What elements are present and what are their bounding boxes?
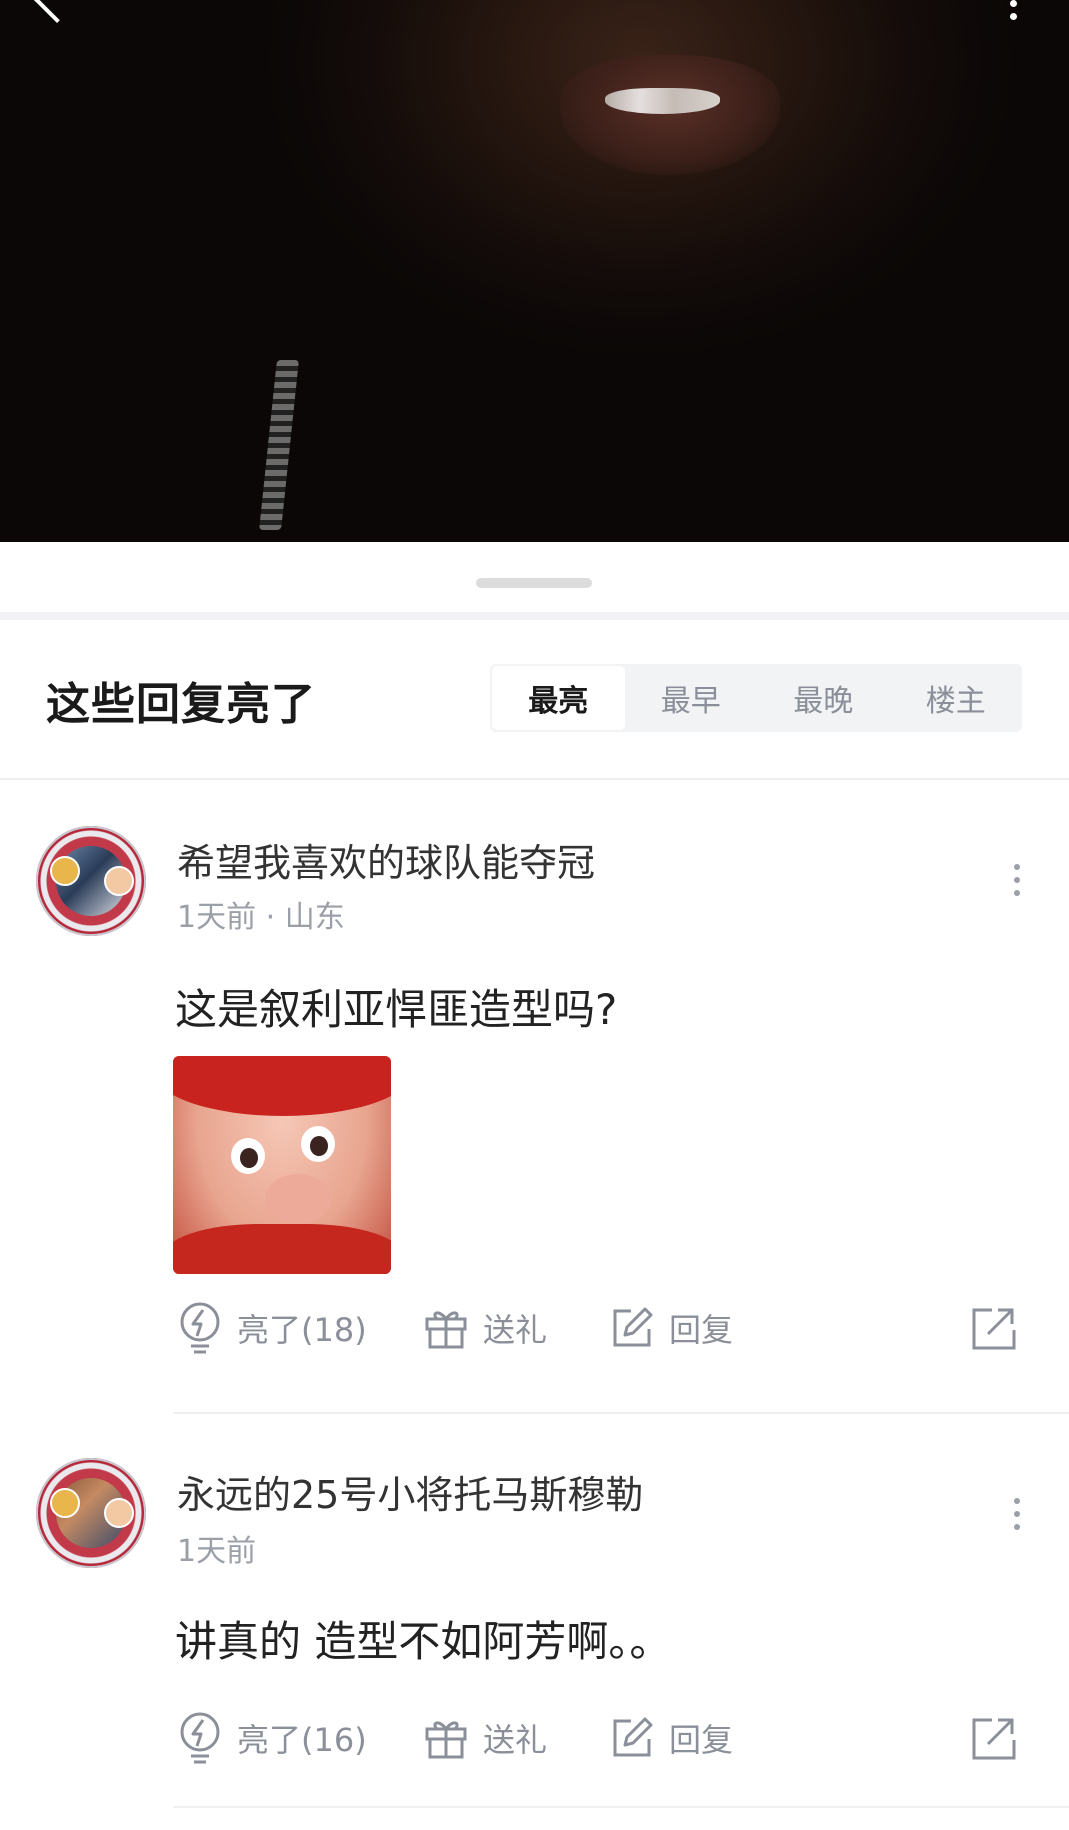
- video-frame-teeth: [605, 88, 720, 114]
- more-icon[interactable]: [1006, 0, 1020, 30]
- sort-tabs: 最亮 最早 最晚 楼主: [490, 664, 1022, 732]
- share-icon[interactable]: [970, 1714, 1018, 1762]
- tab-op[interactable]: 楼主: [890, 666, 1023, 730]
- like-label: 亮了(18): [237, 1311, 367, 1349]
- username[interactable]: 希望我喜欢的球队能夺冠: [177, 832, 595, 887]
- gift-icon: [425, 1311, 467, 1349]
- more-icon[interactable]: [1010, 1498, 1024, 1538]
- comment-actions: 亮了(16) 送礼 回复: [175, 1708, 1035, 1768]
- section-divider: [0, 612, 1069, 620]
- reply-label: 回复: [669, 1311, 734, 1349]
- comment-meta: 1天前: [177, 1534, 257, 1569]
- sticker-eye-left: [231, 1138, 265, 1174]
- avatar-badge: [50, 1488, 80, 1518]
- tab-brightest[interactable]: 最亮: [492, 666, 625, 730]
- gift-button[interactable]: 送礼: [423, 1708, 547, 1768]
- sticker-eye-right: [301, 1126, 335, 1162]
- sticker-image[interactable]: [173, 1056, 391, 1274]
- avatar[interactable]: [36, 1458, 146, 1568]
- comment-actions: 亮了(18) 送礼 回复: [175, 1298, 1035, 1358]
- reply-edit-icon: [613, 1717, 653, 1757]
- light-bulb-icon: [180, 1302, 220, 1354]
- sheet-handle-area[interactable]: [0, 542, 1069, 614]
- avatar-badge: [50, 856, 80, 886]
- gift-button[interactable]: 送礼: [423, 1298, 547, 1358]
- drag-handle[interactable]: [476, 578, 592, 588]
- share-icon[interactable]: [970, 1304, 1018, 1352]
- reply-button[interactable]: 回复: [609, 1298, 733, 1358]
- video-frame-lips: [560, 55, 780, 175]
- light-bulb-icon: [180, 1712, 220, 1764]
- like-button[interactable]: 亮了(16): [177, 1708, 367, 1768]
- like-button[interactable]: 亮了(18): [177, 1298, 367, 1358]
- sticker-snout: [265, 1174, 331, 1224]
- tab-latest[interactable]: 最晚: [757, 666, 890, 730]
- section-title: 这些回复亮了: [46, 679, 316, 730]
- like-label: 亮了(16): [237, 1721, 367, 1759]
- tab-earliest[interactable]: 最早: [625, 666, 758, 730]
- video-frame-zipper: [259, 360, 299, 530]
- sticker-hat: [173, 1056, 391, 1116]
- reply-label: 回复: [669, 1721, 734, 1759]
- reply-edit-icon: [613, 1307, 653, 1347]
- gift-icon: [425, 1721, 467, 1759]
- comment-divider: [173, 1412, 1069, 1414]
- avatar[interactable]: [36, 826, 146, 936]
- gift-label: 送礼: [483, 1311, 548, 1349]
- comment-text: 这是叙利亚悍匪造型吗?: [175, 985, 618, 1034]
- sticker-body: [173, 1224, 391, 1274]
- back-icon[interactable]: [32, 0, 82, 24]
- username[interactable]: 永远的25号小将托马斯穆勒: [177, 1464, 643, 1519]
- more-icon[interactable]: [1010, 864, 1024, 904]
- reply-button[interactable]: 回复: [609, 1708, 733, 1768]
- avatar-mascot: [104, 1498, 134, 1528]
- video-player[interactable]: [0, 0, 1069, 542]
- comment-text: 讲真的 造型不如阿芳啊。。: [175, 1617, 672, 1666]
- gift-label: 送礼: [483, 1721, 548, 1759]
- replies-header: 这些回复亮了 最亮 最早 最晚 楼主: [0, 620, 1069, 778]
- header-divider: [0, 778, 1069, 780]
- comment-divider: [173, 1806, 1069, 1808]
- comment-meta: 1天前 · 山东: [177, 900, 345, 935]
- avatar-mascot: [104, 866, 134, 896]
